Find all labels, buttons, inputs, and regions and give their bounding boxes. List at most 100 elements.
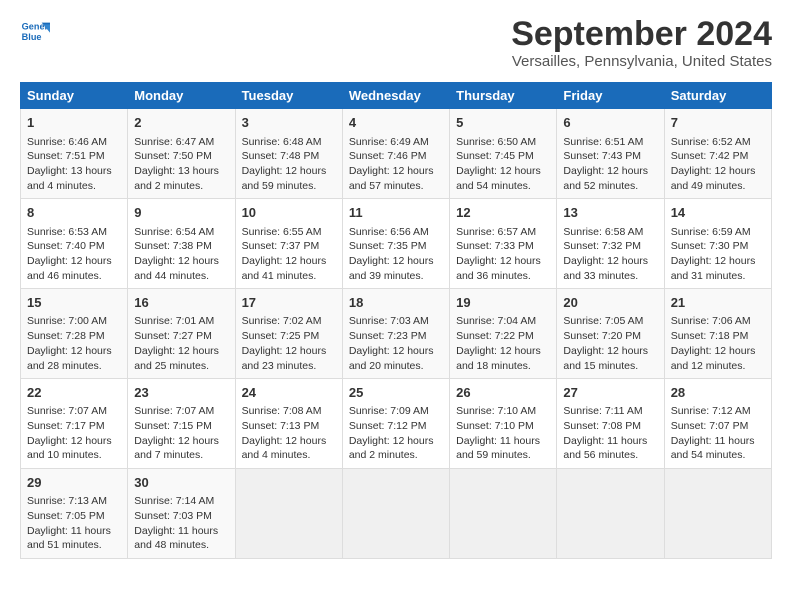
daylight-text: Daylight: 12 hours and 49 minutes. [671, 165, 756, 192]
daylight-text: Daylight: 12 hours and 57 minutes. [349, 165, 434, 192]
daylight-text: Daylight: 12 hours and 7 minutes. [134, 435, 219, 462]
day-number: 21 [671, 294, 765, 312]
sunrise-text: Sunrise: 6:48 AM [242, 136, 322, 148]
daylight-text: Daylight: 12 hours and 23 minutes. [242, 345, 327, 372]
sunset-text: Sunset: 7:46 PM [349, 150, 427, 162]
daylight-text: Daylight: 11 hours and 48 minutes. [134, 525, 218, 552]
daylight-text: Daylight: 12 hours and 28 minutes. [27, 345, 112, 372]
sunset-text: Sunset: 7:08 PM [563, 420, 641, 432]
col-thursday: Thursday [450, 83, 557, 109]
sunset-text: Sunset: 7:33 PM [456, 240, 534, 252]
daylight-text: Daylight: 12 hours and 4 minutes. [242, 435, 327, 462]
day-number: 25 [349, 384, 443, 402]
calendar-cell: 3Sunrise: 6:48 AMSunset: 7:48 PMDaylight… [235, 109, 342, 199]
daylight-text: Daylight: 13 hours and 4 minutes. [27, 165, 112, 192]
col-friday: Friday [557, 83, 664, 109]
header-row: Sunday Monday Tuesday Wednesday Thursday… [21, 83, 772, 109]
sunrise-text: Sunrise: 7:00 AM [27, 315, 107, 327]
sunset-text: Sunset: 7:30 PM [671, 240, 749, 252]
daylight-text: Daylight: 12 hours and 54 minutes. [456, 165, 541, 192]
day-number: 6 [563, 114, 657, 132]
daylight-text: Daylight: 12 hours and 18 minutes. [456, 345, 541, 372]
day-number: 20 [563, 294, 657, 312]
calendar-cell [235, 469, 342, 559]
sunrise-text: Sunrise: 6:57 AM [456, 226, 536, 238]
sunrise-text: Sunrise: 6:51 AM [563, 136, 643, 148]
sunrise-text: Sunrise: 6:50 AM [456, 136, 536, 148]
calendar-cell: 26Sunrise: 7:10 AMSunset: 7:10 PMDayligh… [450, 379, 557, 469]
day-number: 19 [456, 294, 550, 312]
daylight-text: Daylight: 12 hours and 59 minutes. [242, 165, 327, 192]
calendar-cell: 8Sunrise: 6:53 AMSunset: 7:40 PMDaylight… [21, 199, 128, 289]
sunrise-text: Sunrise: 7:14 AM [134, 495, 214, 507]
daylight-text: Daylight: 12 hours and 52 minutes. [563, 165, 648, 192]
calendar-cell [664, 469, 771, 559]
daylight-text: Daylight: 12 hours and 39 minutes. [349, 255, 434, 282]
sunset-text: Sunset: 7:50 PM [134, 150, 212, 162]
daylight-text: Daylight: 11 hours and 56 minutes. [563, 435, 647, 462]
sunrise-text: Sunrise: 6:58 AM [563, 226, 643, 238]
calendar-week-row: 1Sunrise: 6:46 AMSunset: 7:51 PMDaylight… [21, 109, 772, 199]
daylight-text: Daylight: 12 hours and 41 minutes. [242, 255, 327, 282]
sunrise-text: Sunrise: 7:12 AM [671, 405, 751, 417]
sunset-text: Sunset: 7:37 PM [242, 240, 320, 252]
sunrise-text: Sunrise: 7:05 AM [563, 315, 643, 327]
sunset-text: Sunset: 7:32 PM [563, 240, 641, 252]
sunrise-text: Sunrise: 7:10 AM [456, 405, 536, 417]
day-number: 1 [27, 114, 121, 132]
calendar-cell: 2Sunrise: 6:47 AMSunset: 7:50 PMDaylight… [128, 109, 235, 199]
daylight-text: Daylight: 12 hours and 44 minutes. [134, 255, 219, 282]
day-number: 2 [134, 114, 228, 132]
sunset-text: Sunset: 7:48 PM [242, 150, 320, 162]
calendar-cell: 6Sunrise: 6:51 AMSunset: 7:43 PMDaylight… [557, 109, 664, 199]
daylight-text: Daylight: 12 hours and 15 minutes. [563, 345, 648, 372]
daylight-text: Daylight: 12 hours and 25 minutes. [134, 345, 219, 372]
day-number: 22 [27, 384, 121, 402]
day-number: 23 [134, 384, 228, 402]
calendar-cell [450, 469, 557, 559]
day-number: 10 [242, 204, 336, 222]
calendar-cell: 14Sunrise: 6:59 AMSunset: 7:30 PMDayligh… [664, 199, 771, 289]
sunset-text: Sunset: 7:22 PM [456, 330, 534, 342]
calendar-cell: 29Sunrise: 7:13 AMSunset: 7:05 PMDayligh… [21, 469, 128, 559]
day-number: 29 [27, 474, 121, 492]
month-year: September 2024 [511, 16, 772, 53]
calendar-cell: 24Sunrise: 7:08 AMSunset: 7:13 PMDayligh… [235, 379, 342, 469]
sunset-text: Sunset: 7:51 PM [27, 150, 105, 162]
calendar-cell: 12Sunrise: 6:57 AMSunset: 7:33 PMDayligh… [450, 199, 557, 289]
daylight-text: Daylight: 11 hours and 54 minutes. [671, 435, 755, 462]
day-number: 7 [671, 114, 765, 132]
title-block: September 2024 Versailles, Pennsylvania,… [511, 16, 772, 70]
sunrise-text: Sunrise: 7:04 AM [456, 315, 536, 327]
calendar-cell: 11Sunrise: 6:56 AMSunset: 7:35 PMDayligh… [342, 199, 449, 289]
sunrise-text: Sunrise: 6:56 AM [349, 226, 429, 238]
sunset-text: Sunset: 7:05 PM [27, 510, 105, 522]
col-tuesday: Tuesday [235, 83, 342, 109]
sunset-text: Sunset: 7:42 PM [671, 150, 749, 162]
calendar-cell: 23Sunrise: 7:07 AMSunset: 7:15 PMDayligh… [128, 379, 235, 469]
calendar-cell: 4Sunrise: 6:49 AMSunset: 7:46 PMDaylight… [342, 109, 449, 199]
sunset-text: Sunset: 7:45 PM [456, 150, 534, 162]
calendar-cell: 21Sunrise: 7:06 AMSunset: 7:18 PMDayligh… [664, 289, 771, 379]
sunrise-text: Sunrise: 6:59 AM [671, 226, 751, 238]
calendar-week-row: 15Sunrise: 7:00 AMSunset: 7:28 PMDayligh… [21, 289, 772, 379]
logo: General Blue [20, 16, 50, 46]
sunrise-text: Sunrise: 7:13 AM [27, 495, 107, 507]
day-number: 30 [134, 474, 228, 492]
calendar-cell: 22Sunrise: 7:07 AMSunset: 7:17 PMDayligh… [21, 379, 128, 469]
sunrise-text: Sunrise: 7:03 AM [349, 315, 429, 327]
sunrise-text: Sunrise: 7:06 AM [671, 315, 751, 327]
daylight-text: Daylight: 12 hours and 36 minutes. [456, 255, 541, 282]
sunrise-text: Sunrise: 6:53 AM [27, 226, 107, 238]
calendar-cell: 28Sunrise: 7:12 AMSunset: 7:07 PMDayligh… [664, 379, 771, 469]
sunrise-text: Sunrise: 7:08 AM [242, 405, 322, 417]
sunset-text: Sunset: 7:17 PM [27, 420, 105, 432]
daylight-text: Daylight: 12 hours and 46 minutes. [27, 255, 112, 282]
day-number: 13 [563, 204, 657, 222]
logo-icon: General Blue [20, 16, 50, 46]
calendar-cell: 27Sunrise: 7:11 AMSunset: 7:08 PMDayligh… [557, 379, 664, 469]
col-saturday: Saturday [664, 83, 771, 109]
sunrise-text: Sunrise: 7:07 AM [27, 405, 107, 417]
daylight-text: Daylight: 12 hours and 20 minutes. [349, 345, 434, 372]
day-number: 17 [242, 294, 336, 312]
